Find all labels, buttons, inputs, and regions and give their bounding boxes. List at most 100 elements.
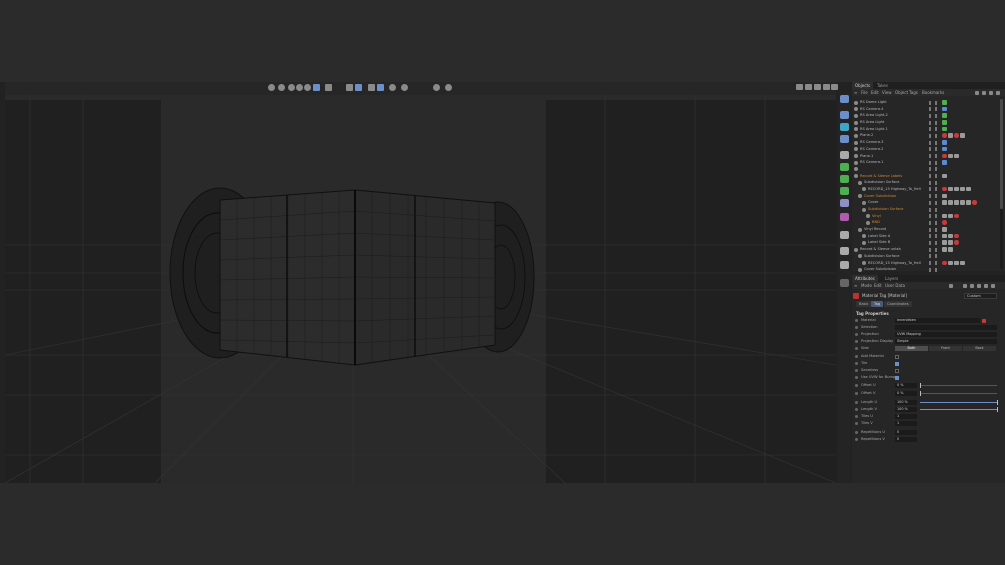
filter-icon[interactable] bbox=[989, 90, 993, 95]
tab-layers[interactable]: Layers bbox=[882, 275, 901, 282]
blue-tag-icon[interactable] bbox=[942, 146, 947, 152]
new-window-icon[interactable] bbox=[996, 90, 1000, 95]
link-icon[interactable] bbox=[840, 279, 849, 287]
object-name[interactable]: RECORD_15 Highway_To_Hell bbox=[868, 186, 921, 193]
grey-tag-icon[interactable] bbox=[954, 153, 959, 158]
points-mode-icon[interactable] bbox=[355, 84, 362, 91]
attribute-checkbox[interactable] bbox=[895, 375, 899, 380]
visibility-dots[interactable] bbox=[929, 147, 937, 152]
keyframe-icon[interactable] bbox=[855, 347, 858, 350]
object-name[interactable]: Plane.1 bbox=[860, 153, 873, 160]
tab-takes[interactable]: Takes bbox=[874, 82, 891, 89]
object-name[interactable]: RS Camera.1 bbox=[860, 159, 883, 166]
object-name[interactable]: Vinyl Record bbox=[864, 226, 886, 233]
grey-tag-icon[interactable] bbox=[960, 133, 965, 138]
grey-tag-icon[interactable] bbox=[954, 260, 959, 265]
object-name[interactable]: Record & Sleeve unlab bbox=[860, 246, 901, 253]
object-row[interactable]: Cover Subdivision bbox=[852, 266, 995, 273]
side-option[interactable]: Back bbox=[963, 346, 996, 351]
grey-tag-icon[interactable] bbox=[942, 200, 947, 205]
menu-tags[interactable]: Tags bbox=[909, 89, 918, 96]
attribute-number[interactable]: 100 % bbox=[895, 407, 917, 412]
attribute-number[interactable]: 0 bbox=[895, 430, 917, 435]
attribute-slider[interactable] bbox=[920, 400, 998, 405]
grey-tag-icon[interactable] bbox=[942, 247, 947, 252]
visibility-dots[interactable] bbox=[929, 194, 937, 199]
subtab-coordinates[interactable]: Coordinates bbox=[884, 301, 912, 307]
object-name[interactable]: BND bbox=[872, 219, 880, 226]
menu-edit[interactable]: Edit bbox=[871, 89, 879, 96]
rotate-icon[interactable] bbox=[296, 84, 303, 91]
visibility-dots[interactable] bbox=[929, 187, 937, 192]
subtab-basic[interactable]: Basic bbox=[856, 301, 872, 307]
slider-knob[interactable] bbox=[920, 383, 921, 388]
model-mode-icon[interactable] bbox=[346, 84, 353, 91]
object-row[interactable]: Record & Sleeve Labels bbox=[852, 173, 995, 180]
visibility-dots[interactable] bbox=[929, 254, 937, 259]
red-tag-icon[interactable] bbox=[942, 133, 947, 138]
object-row[interactable]: Subdivision Surface bbox=[852, 253, 995, 260]
red-tag-icon[interactable] bbox=[954, 213, 959, 219]
grey-tag-icon[interactable] bbox=[948, 213, 953, 219]
polygons-mode-icon[interactable] bbox=[377, 84, 384, 91]
attribute-number[interactable]: 1 bbox=[895, 414, 917, 419]
attribute-checkbox[interactable] bbox=[895, 368, 899, 373]
object-row[interactable]: RECORD_15 Highway_To_Hell bbox=[852, 186, 995, 193]
red-tag-icon[interactable] bbox=[954, 233, 959, 239]
display-icon[interactable] bbox=[814, 84, 821, 90]
visibility-dots[interactable] bbox=[929, 174, 937, 179]
blue-tag-icon[interactable] bbox=[942, 160, 947, 165]
tab-attributes[interactable]: Attributes bbox=[852, 275, 878, 282]
grey-tag-icon[interactable] bbox=[948, 240, 953, 245]
green-tag-icon[interactable] bbox=[942, 113, 947, 118]
visibility-dots[interactable] bbox=[929, 234, 937, 239]
object-row[interactable]: Vinyl bbox=[852, 213, 995, 220]
object-name[interactable]: Vinyl bbox=[872, 213, 881, 220]
object-row[interactable]: RS Area Light.2 bbox=[852, 112, 995, 119]
redo-icon[interactable] bbox=[278, 84, 285, 91]
keyframe-icon[interactable] bbox=[855, 319, 858, 322]
object-row[interactable]: Label Side B bbox=[852, 239, 995, 246]
text-icon[interactable] bbox=[840, 151, 849, 159]
mode-dropdown[interactable]: Custom bbox=[964, 292, 997, 299]
object-row[interactable]: RS Camera.2 bbox=[852, 146, 995, 153]
attribute-slider[interactable] bbox=[920, 407, 998, 412]
snap-icon[interactable] bbox=[389, 84, 396, 91]
object-row[interactable]: RS Camera.3 bbox=[852, 139, 995, 146]
keyframe-icon[interactable] bbox=[855, 384, 858, 387]
object-row[interactable]: RECORD_15 Highway_To_Hell bbox=[852, 260, 995, 267]
object-row[interactable]: Vinyl Record bbox=[852, 226, 995, 233]
grey-tag-icon[interactable] bbox=[954, 200, 959, 205]
attribute-field[interactable]: Simple bbox=[895, 339, 997, 344]
grey-tag-icon[interactable] bbox=[966, 186, 971, 192]
menu-bookmarks[interactable]: Bookmarks bbox=[922, 89, 944, 96]
object-name[interactable]: Cover bbox=[868, 199, 879, 206]
visibility-dots[interactable] bbox=[929, 140, 937, 145]
object-name[interactable]: RECORD_15 Highway_To_Hell bbox=[868, 260, 921, 267]
slider-knob[interactable] bbox=[920, 391, 921, 396]
keyframe-icon[interactable] bbox=[855, 333, 858, 336]
visibility-dots[interactable] bbox=[929, 100, 937, 105]
object-name[interactable]: Cover Subdivision bbox=[864, 266, 896, 273]
object-list-scrollbar[interactable] bbox=[1000, 99, 1003, 269]
object-row[interactable]: Record & Sleeve unlab bbox=[852, 246, 995, 253]
grey-tag-icon[interactable] bbox=[948, 186, 953, 192]
array-icon[interactable] bbox=[840, 175, 849, 183]
visibility-dots[interactable] bbox=[929, 154, 937, 158]
visibility-dots[interactable] bbox=[929, 240, 937, 245]
object-name[interactable]: Plane.2 bbox=[860, 132, 873, 139]
camera-icon[interactable] bbox=[840, 247, 849, 255]
grey-tag-icon[interactable] bbox=[960, 186, 965, 192]
keyframe-icon[interactable] bbox=[855, 362, 858, 365]
light-icon[interactable] bbox=[840, 231, 849, 239]
red-tag-icon[interactable] bbox=[942, 260, 947, 265]
grey-tag-icon[interactable] bbox=[942, 240, 947, 245]
attribute-slider[interactable] bbox=[920, 391, 997, 396]
object-name[interactable]: RS Camera.3 bbox=[860, 139, 883, 146]
new-window-icon[interactable] bbox=[991, 283, 995, 288]
blue-tag-icon[interactable] bbox=[942, 106, 947, 112]
red-tag-icon[interactable] bbox=[942, 153, 947, 158]
attribute-number[interactable]: 1 bbox=[895, 421, 917, 426]
object-name[interactable]: Label Side A bbox=[868, 233, 890, 240]
keyframe-icon[interactable] bbox=[855, 392, 858, 395]
